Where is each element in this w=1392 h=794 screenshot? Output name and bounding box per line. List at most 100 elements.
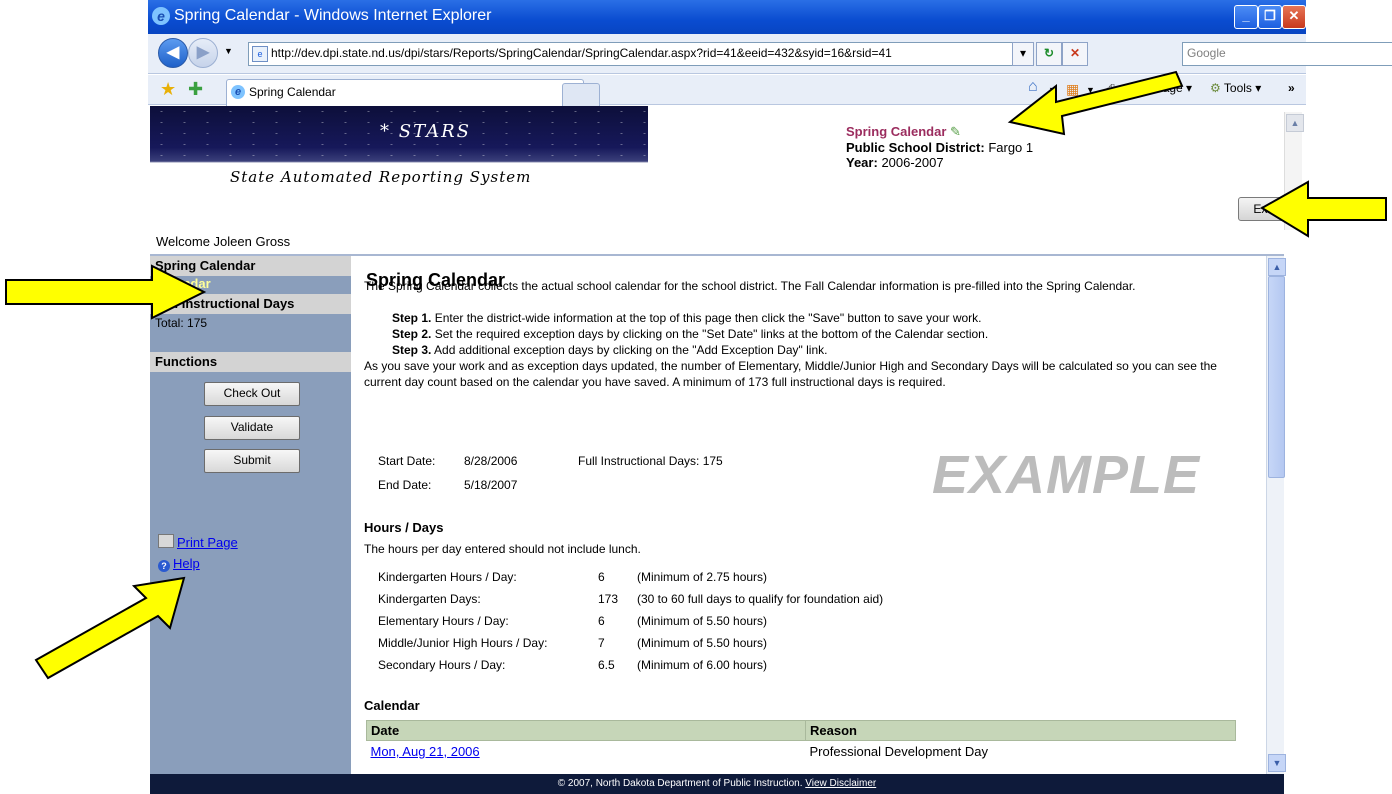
history-dropdown-icon[interactable]: ▼ — [224, 46, 233, 56]
banner-subtitle: State Automated Reporting System — [230, 168, 532, 186]
k-days-note: (30 to 60 full days to qualify for found… — [637, 592, 884, 606]
start-date-label: Start Date: — [378, 454, 436, 468]
stop-icon[interactable]: ✕ — [1062, 42, 1088, 66]
middle-hours-label: Middle/Junior High Hours / Day: — [378, 636, 548, 650]
calendar-header-row: Date Reason — [366, 720, 1236, 741]
banner-title: * STARS — [380, 121, 471, 142]
ie-logo-icon: e — [152, 7, 170, 25]
address-bar[interactable]: e http://dev.dpi.state.nd.us/dpi/stars/R… — [248, 42, 1032, 66]
arrow-report-title-icon — [1007, 70, 1184, 136]
report-title: Spring Calendar — [846, 124, 947, 139]
step-1-label: Step 1. — [392, 311, 432, 325]
k-hours-label: Kindergarten Hours / Day: — [378, 570, 517, 584]
sidebar: Spring Calendar Calendar Full Instructio… — [150, 256, 351, 776]
elem-hours-note: (Minimum of 5.50 hours) — [637, 614, 768, 628]
arrow-check-out-icon — [5, 264, 207, 320]
scroll-up-icon[interactable]: ▲ — [1286, 114, 1304, 132]
date-cell: Mon, Aug 21, 2006 — [367, 741, 806, 763]
date-link[interactable]: Mon, Aug 21, 2006 — [371, 744, 480, 759]
window-title: Spring Calendar - Windows Internet Explo… — [174, 7, 492, 24]
window-titlebar[interactable]: e Spring Calendar - Windows Internet Exp… — [148, 0, 1306, 34]
tab-label: Spring Calendar — [249, 85, 336, 99]
middle-hours-note: (Minimum of 5.50 hours) — [637, 636, 768, 650]
help-icon: ? — [158, 560, 170, 572]
step-2: Step 2. Set the required exception days … — [392, 326, 988, 342]
back-button[interactable]: ◀ — [158, 38, 188, 68]
maximize-button[interactable]: ❐ — [1258, 5, 1282, 29]
step-3-text: Add additional exception days by clickin… — [431, 343, 828, 357]
step-3-label: Step 3. — [392, 343, 432, 357]
welcome-text: Welcome Joleen Gross — [156, 234, 291, 249]
step-2-text: Set the required exception days by click… — [431, 327, 989, 341]
content-scroll-up-icon[interactable]: ▲ — [1268, 258, 1286, 276]
k-hours-value: 6 — [598, 570, 605, 584]
address-url: http://dev.dpi.state.nd.us/dpi/stars/Rep… — [271, 46, 892, 60]
minimize-button[interactable]: _ — [1234, 5, 1258, 29]
sec-hours-value: 6.5 — [598, 658, 615, 672]
search-placeholder: Google — [1187, 46, 1226, 60]
scroll-thumb[interactable] — [1268, 276, 1285, 478]
arrow-exit-report-icon — [1260, 180, 1387, 238]
ie-tab-icon: e — [231, 85, 245, 99]
tab-spring-calendar[interactable]: e Spring Calendar — [226, 79, 584, 106]
example-watermark: EXAMPLE — [932, 445, 1201, 505]
column-reason: Reason — [805, 720, 1236, 741]
sec-hours-note: (Minimum of 6.00 hours) — [637, 658, 768, 672]
step-1: Step 1. Enter the district-wide informat… — [392, 310, 982, 326]
page-icon: e — [252, 46, 268, 62]
content-scroll-down-icon[interactable]: ▼ — [1268, 754, 1286, 772]
start-date-value: 8/28/2006 — [464, 454, 518, 468]
new-tab-button[interactable] — [562, 83, 600, 107]
main-content: Spring Calendar The Spring Calendar coll… — [352, 256, 1264, 774]
step-1-text: Enter the district-wide information at t… — [431, 311, 982, 325]
tools-gear-icon: ⚙ — [1210, 81, 1221, 95]
year-label: Year: — [846, 155, 878, 170]
table-row: Mon, Aug 21, 2006 Professional Developme… — [367, 741, 1236, 763]
full-days-text: Full Instructional Days: 175 — [578, 454, 723, 468]
reason-cell: Professional Development Day — [809, 744, 988, 759]
k-days-label: Kindergarten Days: — [378, 592, 481, 606]
tools-menu-label: Tools — [1223, 81, 1252, 95]
refresh-icon[interactable]: ↻ — [1036, 42, 1062, 66]
elem-hours-label: Elementary Hours / Day: — [378, 614, 509, 628]
note-text: As you save your work and as exception d… — [364, 359, 1217, 389]
district-label: Public School District: — [846, 140, 985, 155]
print-page-label: Print Page — [177, 535, 238, 550]
arrow-help-icon — [34, 576, 186, 680]
printer-icon — [158, 534, 174, 548]
help-link[interactable]: ? Help — [158, 556, 200, 572]
submit-button[interactable]: Submit — [204, 449, 300, 473]
favorites-star-icon[interactable]: ★ — [160, 79, 176, 100]
checked-in-icon: ✎ — [950, 124, 961, 139]
k-days-value: 173 — [598, 592, 619, 606]
footer-text: © 2007, North Dakota Department of Publi… — [557, 778, 806, 789]
year-value: 2006-2007 — [881, 155, 944, 170]
help-label: Help — [173, 556, 200, 571]
step-2-label: Step 2. — [392, 327, 432, 341]
view-disclaimer-link[interactable]: View Disclaimer — [805, 778, 876, 789]
stars-banner: * STARS State Automated Reporting System — [150, 106, 648, 198]
chevron-more-icon[interactable]: » — [1288, 81, 1295, 95]
close-button[interactable]: ✕ — [1282, 5, 1306, 29]
calendar-table: Date Reason Mon, Aug 21, 2006 Profession… — [366, 720, 1236, 762]
search-input[interactable]: Google — [1182, 42, 1392, 66]
content-scrollbar[interactable]: ▲ ▼ — [1266, 256, 1286, 774]
calendar-heading: Calendar — [364, 698, 420, 713]
address-dropdown-icon[interactable]: ▾ — [1012, 42, 1034, 66]
footer: © 2007, North Dakota Department of Publi… — [150, 774, 1284, 794]
column-date: Date — [366, 720, 806, 741]
elem-hours-value: 6 — [598, 614, 605, 628]
end-date-value: 5/18/2007 — [464, 478, 518, 492]
add-favorites-icon[interactable]: ✚ — [188, 79, 203, 100]
middle-hours-value: 7 — [598, 636, 605, 650]
sec-hours-label: Secondary Hours / Day: — [378, 658, 506, 672]
hours-note: The hours per day entered should not inc… — [364, 542, 641, 556]
k-hours-note: (Minimum of 2.75 hours) — [637, 570, 768, 584]
check-out-button[interactable]: Check Out — [204, 382, 300, 406]
tools-menu[interactable]: ⚙ Tools ▾ — [1210, 81, 1261, 95]
validate-button[interactable]: Validate — [204, 416, 300, 440]
district-value: Fargo 1 — [988, 140, 1034, 155]
print-page-link[interactable]: Print Page — [158, 534, 238, 550]
hours-heading: Hours / Days — [364, 520, 444, 535]
forward-button[interactable]: ▶ — [188, 38, 218, 68]
